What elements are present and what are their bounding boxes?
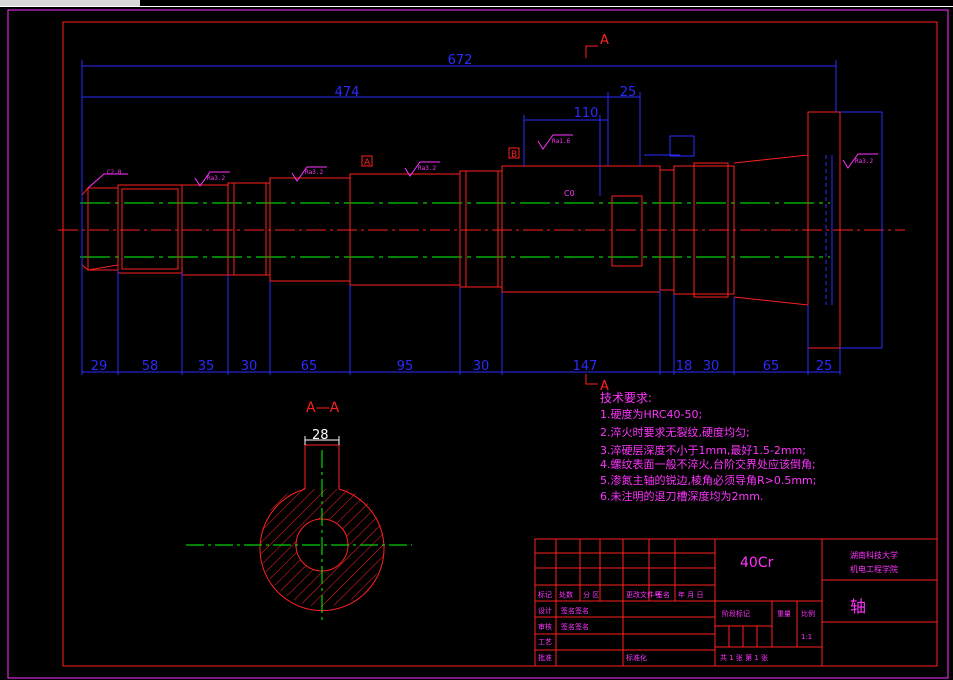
tech-item: 2.淬火时要求无裂纹,硬度均匀;: [600, 425, 750, 439]
shaft-construction-lines: [81, 60, 883, 375]
tb-signer: 签名签名: [561, 622, 589, 631]
tech-item: 4.螺纹表面一般不淬火,台阶交界处应该倒角;: [600, 457, 816, 471]
seg-dim: 30: [473, 359, 490, 374]
seg-dim: 25: [816, 359, 833, 374]
material: 40Cr: [740, 555, 774, 571]
tech-item: 3.淬硬层深度不小于1mm,最好1.5-2mm;: [600, 443, 806, 457]
seg-dim: 30: [241, 359, 258, 374]
section-label-top: A: [600, 33, 609, 48]
roughness-4: Ra1.6: [552, 138, 570, 145]
tech-list: 1.硬度为HRC40-50; 2.淬火时要求无裂纹,硬度均匀; 3.淬硬层深度不…: [600, 407, 816, 503]
roughness-2: Ra3.2: [305, 169, 323, 176]
tb-signer: 签名签名: [561, 606, 589, 615]
tb-label: 处数: [559, 590, 573, 599]
outer-frame: [7, 9, 949, 679]
tb-label: 签名: [656, 590, 670, 599]
tb-scale: 比例: [801, 609, 815, 618]
roughness-1: Ra3.2: [207, 175, 225, 182]
datum-a: A: [364, 158, 371, 168]
tb-label: 分 区: [583, 590, 599, 599]
inner-frame: [62, 21, 938, 667]
seg-dim: 58: [142, 359, 159, 374]
keyway-width: 28: [312, 428, 329, 443]
cad-drawing-canvas[interactable]: 672 474 25 110 29 58 35 30 65 95 30 147 …: [0, 0, 953, 680]
section-marker-top: [585, 45, 598, 58]
seg-dim: 35: [198, 359, 215, 374]
part-name: 轴: [850, 597, 866, 616]
tb-check: 审核: [538, 622, 552, 631]
chamfer-label: C2.0: [107, 169, 122, 176]
section-marker-bottom: [585, 374, 598, 385]
seg-dim: 65: [763, 359, 780, 374]
tb-weight: 重量: [777, 610, 791, 618]
seg-dim: 147: [573, 359, 598, 374]
roughness-3: Ra3.2: [418, 165, 436, 172]
seg-dim: 30: [703, 359, 720, 374]
c0-label: C0: [564, 189, 575, 198]
tb-label: 标记: [538, 590, 552, 599]
seg-dim: 65: [301, 359, 318, 374]
roughness-5: Ra3.2: [855, 158, 873, 165]
dept-name: 机电工程学院: [850, 564, 898, 574]
tech-item: 5.渗氮主轴的锐边,棱角必须导角R>0.5mm;: [600, 473, 816, 487]
dim-total: 672: [448, 53, 473, 68]
tech-item: 1.硬度为HRC40-50;: [600, 407, 702, 421]
school-name: 湖南科技大学: [850, 550, 898, 560]
dim-small-right: 25: [620, 85, 637, 100]
tb-stage: 阶段标记: [722, 609, 750, 618]
tb-design: 设计: [538, 606, 552, 615]
tb-sheet: 共 1 张 第 1 张: [720, 653, 768, 662]
tb-standard: 标准化: [626, 653, 647, 662]
dim-section-width: 110: [574, 106, 599, 121]
section-title: A—A: [306, 400, 340, 416]
tb-label: 年 月 日: [678, 590, 703, 599]
datum-b: B: [511, 150, 517, 160]
tb-scale-val: 1:1: [801, 633, 812, 641]
dimension-lines: [82, 65, 840, 373]
dim-left-part: 474: [335, 85, 360, 100]
tb-approve: 批准: [538, 653, 552, 662]
tech-title: 技术要求:: [600, 391, 652, 405]
seg-dim: 18: [676, 359, 693, 374]
tb-process: 工艺: [538, 638, 552, 646]
seg-dim: 29: [91, 359, 108, 374]
tech-item: 6.未注明的退刀槽深度均为2mm.: [600, 489, 763, 503]
seg-dim: 95: [397, 359, 414, 374]
